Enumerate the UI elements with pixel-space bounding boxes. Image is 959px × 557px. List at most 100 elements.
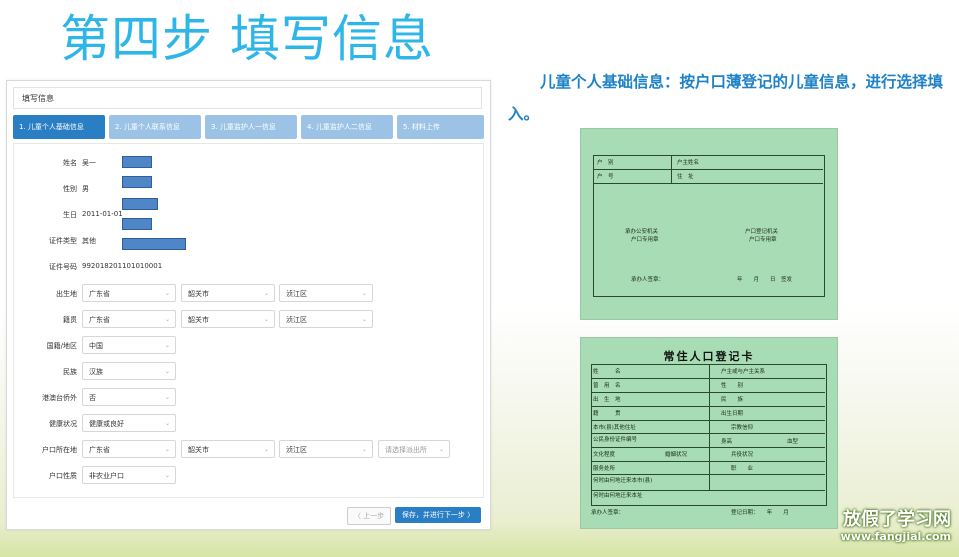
card-line	[671, 155, 672, 183]
card2-right-label: 兵役状况	[731, 452, 754, 458]
card1-household-type: 户 别	[597, 160, 614, 166]
tab-contact-info[interactable]: 2. 儿童个人联系信息	[109, 115, 201, 139]
card-line	[709, 364, 710, 490]
chevron-down-icon: ⌄	[164, 342, 170, 349]
card2-right-label: 宗教信仰	[731, 425, 754, 431]
birthplace-province-select[interactable]: 广东省 ⌄	[82, 284, 176, 302]
row-hukou-type: 户口性质 非农业户口 ⌄	[14, 466, 485, 486]
birthplace-district-select[interactable]: 浈江区 ⌄	[279, 284, 373, 302]
hukou-type-select[interactable]: 非农业户口 ⌄	[82, 466, 176, 484]
hk-macao-label: 港澳台侨外	[42, 394, 77, 402]
chevron-down-icon: ⌄	[164, 316, 170, 323]
gender-label: 性别	[63, 185, 77, 193]
card1-seal-left-2: 户口专用章	[631, 237, 659, 243]
card-line	[591, 392, 825, 393]
card-line	[593, 169, 823, 170]
card2-right-label: 血型	[787, 439, 799, 445]
card2-right-label: 性 别	[721, 383, 744, 389]
card2-right-label: 户主或与户主关系	[721, 369, 766, 375]
ethnicity-select[interactable]: 汉族 ⌄	[82, 362, 176, 380]
panel-header: 填写信息	[13, 87, 482, 109]
card2-left-label: 籍 贯	[593, 411, 621, 417]
card1-seal-left-1: 承办公安机关	[625, 229, 659, 235]
police-station-select[interactable]: 请选择派出所 ⌄	[378, 440, 450, 458]
card1-date: 年 月 日 签发	[737, 277, 793, 283]
row-id-type: 证件类型 其他	[14, 232, 485, 252]
native-city-select[interactable]: 韶关市 ⌄	[181, 310, 275, 328]
chevron-down-icon: ⌄	[361, 290, 367, 297]
card2-right-label: 出生日期	[721, 411, 744, 417]
card2-left-label: 出 生 地	[593, 397, 621, 403]
card2-right-label: 职 业	[731, 466, 754, 472]
hukou-city-select[interactable]: 韶关市 ⌄	[181, 440, 275, 458]
native-district-select[interactable]: 浈江区 ⌄	[279, 310, 373, 328]
native-place-label: 籍贯	[63, 316, 77, 324]
card1-address: 住 址	[677, 174, 694, 180]
tab-guardian-one[interactable]: 3. 儿童监护人一信息	[205, 115, 297, 139]
card2-date: 登记日期： 年 月	[731, 510, 789, 516]
prev-step-button[interactable]: 〈 上一步	[347, 507, 391, 525]
card2-left-label: 何时由何地迁来本址	[593, 493, 643, 499]
watermark-title: 放假了学习网	[843, 509, 951, 530]
card2-right-label: 民 族	[721, 397, 744, 403]
chevron-down-icon: ⌄	[164, 472, 170, 479]
redaction-box	[122, 218, 152, 230]
card-line	[591, 490, 825, 491]
native-province-select[interactable]: 广东省 ⌄	[82, 310, 176, 328]
card-line	[591, 447, 825, 448]
site-watermark: 放假了学习网 www.fangjial.com	[841, 510, 951, 544]
card-line	[591, 378, 825, 379]
chevron-down-icon: ⌄	[164, 368, 170, 375]
hukou-type-label: 户口性质	[49, 472, 77, 480]
tab-basic-info[interactable]: 1. 儿童个人基础信息	[13, 115, 105, 139]
chevron-down-icon: ⌄	[263, 290, 269, 297]
chevron-down-icon: ⌄	[361, 446, 367, 453]
tab-guardian-two[interactable]: 4. 儿童监护人二信息	[301, 115, 393, 139]
card1-household-number: 户 号	[597, 174, 614, 180]
card2-signer: 承办人签章：	[591, 510, 625, 516]
birthplace-city-select[interactable]: 韶关市 ⌄	[181, 284, 275, 302]
health-label: 健康状况	[49, 420, 77, 428]
chevron-down-icon: ⌄	[361, 316, 367, 323]
basic-info-form: 姓名 吴一 性别 男 生日 2011-01-01 证件类型 其他 证件号码 99…	[13, 143, 484, 498]
save-next-button[interactable]: 保存，并进行下一步 〉	[395, 507, 481, 523]
card-line	[591, 433, 825, 434]
slide-caption: 儿童个人基础信息：按户口薄登记的儿童信息，进行选择填入。	[508, 72, 944, 123]
card1-head-name: 户主姓名	[677, 160, 700, 166]
card-line	[591, 420, 825, 421]
hk-macao-select[interactable]: 否 ⌄	[82, 388, 176, 406]
card1-signer: 承办人签章：	[631, 277, 665, 283]
card1-seal-right-2: 户口专用章	[749, 237, 777, 243]
nationality-select[interactable]: 中国 ⌄	[82, 336, 176, 354]
chevron-down-icon: ⌄	[164, 420, 170, 427]
hukou-booklet-first-page: 户 别 户主姓名 户 号 住 址 承办公安机关 户口专用章 户口登记机关 户口专…	[580, 128, 838, 320]
nationality-label: 国籍/地区	[46, 342, 77, 350]
health-select[interactable]: 健康或良好 ⌄	[82, 414, 176, 432]
tab-materials-upload[interactable]: 5. 材料上传	[397, 115, 484, 139]
card2-left-label: 本市(县)其他住址	[593, 425, 636, 431]
row-gender: 性别 男	[14, 176, 485, 200]
row-ethnicity: 民族 汉族 ⌄	[14, 362, 485, 382]
card-line	[591, 406, 825, 407]
row-hukou-location: 户口所在地 广东省 ⌄ 韶关市 ⌄ 浈江区 ⌄ 请选择派出所 ⌄	[14, 440, 485, 460]
birthplace-label: 出生地	[56, 290, 77, 298]
chevron-down-icon: ⌄	[263, 446, 269, 453]
card2-right-label: 婚姻状况	[665, 452, 688, 458]
ethnicity-label: 民族	[63, 368, 77, 376]
card-line	[591, 461, 825, 462]
chevron-down-icon: ⌄	[164, 446, 170, 453]
slide-title: 第四步 填写信息	[60, 10, 434, 68]
form-panel: 填写信息 1. 儿童个人基础信息 2. 儿童个人联系信息 3. 儿童监护人一信息…	[6, 80, 491, 530]
hukou-province-select[interactable]: 广东省 ⌄	[82, 440, 176, 458]
row-birthplace: 出生地 广东省 ⌄ 韶关市 ⌄ 浈江区 ⌄	[14, 284, 485, 304]
card-line	[591, 474, 825, 475]
chevron-down-icon: ⌄	[263, 316, 269, 323]
row-hk-macao: 港澳台侨外 否 ⌄	[14, 388, 485, 408]
redaction-box	[122, 156, 152, 168]
chevron-down-icon: ⌄	[164, 394, 170, 401]
hukou-district-select[interactable]: 浈江区 ⌄	[279, 440, 373, 458]
id-type-value: 其他	[82, 237, 96, 245]
id-number-value: 992018201101010001	[82, 262, 163, 270]
name-label: 姓名	[63, 159, 77, 167]
chevron-down-icon: ⌄	[164, 290, 170, 297]
